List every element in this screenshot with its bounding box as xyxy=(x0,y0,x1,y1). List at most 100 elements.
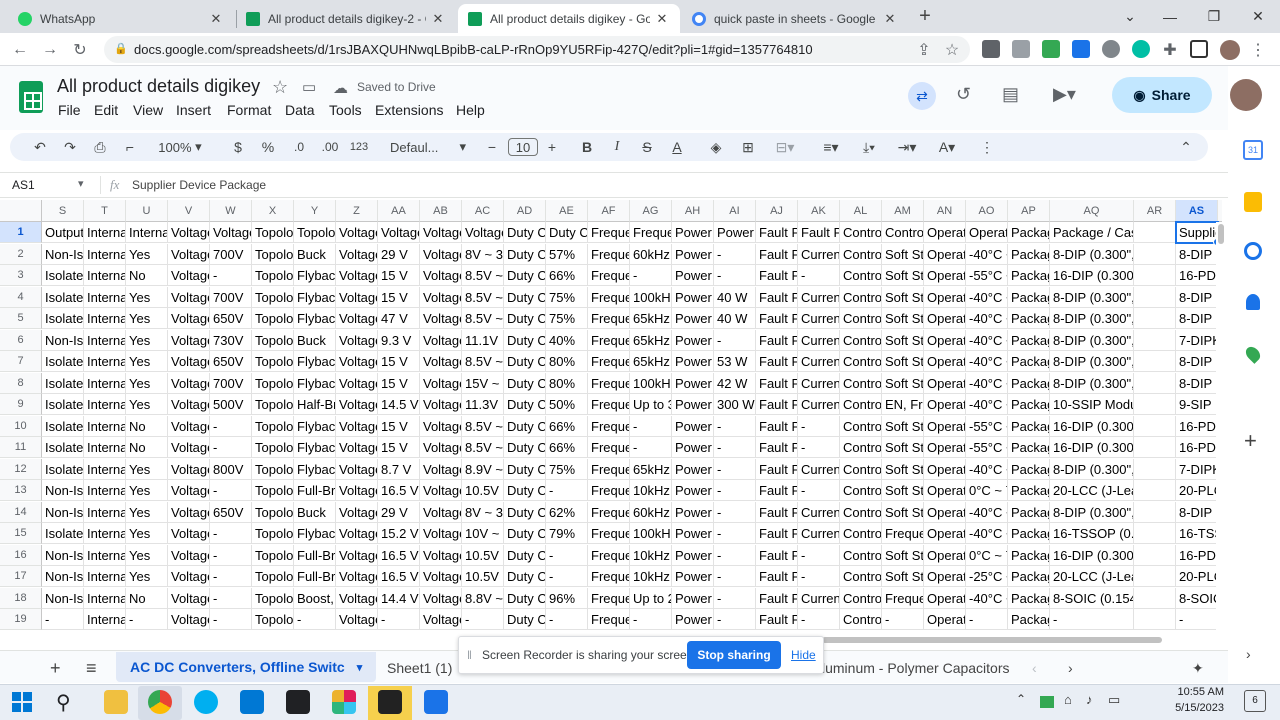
maps-icon[interactable] xyxy=(1243,344,1263,364)
cell[interactable]: - xyxy=(630,265,672,286)
cell[interactable]: Duty Cy xyxy=(504,566,546,587)
cell[interactable]: Package xyxy=(1008,458,1050,480)
cell[interactable]: - xyxy=(210,265,252,286)
cell[interactable]: Operati xyxy=(924,222,966,243)
cell[interactable]: Soft Sta xyxy=(882,415,924,437)
cell[interactable]: 62% xyxy=(546,501,588,523)
cell[interactable]: Flybacl xyxy=(294,308,336,329)
undo-icon[interactable]: ↶ xyxy=(30,138,50,156)
cell[interactable]: 8-DIP xyxy=(1176,351,1218,372)
cell[interactable]: 650V xyxy=(210,501,252,523)
cell[interactable]: - xyxy=(210,566,252,587)
print-icon[interactable]: ⎙ xyxy=(90,138,110,156)
cell[interactable]: 0°C ~ 7 xyxy=(966,480,1008,501)
cell[interactable]: 100kHz xyxy=(630,372,672,394)
battery-icon[interactable]: ▭ xyxy=(1108,692,1120,708)
cell[interactable]: 10kHz xyxy=(630,566,672,587)
cell[interactable]: Fault Pr xyxy=(756,609,798,630)
cell[interactable]: Non-Is xyxy=(42,329,84,351)
move-folder-icon[interactable]: ▭ xyxy=(302,78,316,96)
cell[interactable]: Power ( xyxy=(672,222,714,243)
cell[interactable]: Interna xyxy=(84,587,126,609)
text-wrapping-icon[interactable]: ⇥▾ xyxy=(890,138,924,156)
cell[interactable]: Isolate xyxy=(42,351,84,372)
cell[interactable]: 15 V xyxy=(378,372,420,394)
cell[interactable]: Interna xyxy=(84,437,126,458)
cell[interactable] xyxy=(1134,222,1176,243)
cell[interactable]: Isolate xyxy=(42,458,84,480)
row-header[interactable]: 16 xyxy=(0,544,42,566)
cell[interactable]: Frequer xyxy=(588,587,630,609)
cell[interactable]: -40°C ~ xyxy=(966,243,1008,265)
cell[interactable]: Power ( xyxy=(672,458,714,480)
cell[interactable]: 20-LCC (J-Lead xyxy=(1050,480,1134,501)
cell[interactable]: Voltage xyxy=(336,587,378,609)
cell[interactable]: Operati xyxy=(924,587,966,609)
cell[interactable]: Isolate xyxy=(42,437,84,458)
cell[interactable]: Control xyxy=(840,243,882,265)
cell[interactable]: Operati xyxy=(924,243,966,265)
cell[interactable]: Voltage xyxy=(168,308,210,329)
cell[interactable]: 8-DIP (0.300", xyxy=(1050,243,1134,265)
italic-button[interactable]: I xyxy=(608,138,626,156)
cell[interactable]: 800V xyxy=(210,458,252,480)
cell[interactable]: - xyxy=(1176,609,1218,630)
cell[interactable] xyxy=(1134,394,1176,415)
cell[interactable]: Boost, xyxy=(294,587,336,609)
cell[interactable] xyxy=(1134,415,1176,437)
cell[interactable]: 40 W xyxy=(714,286,756,308)
cell[interactable]: Voltage xyxy=(168,544,210,566)
history-icon[interactable]: ↺ xyxy=(956,84,971,105)
cell[interactable]: Voltage xyxy=(168,265,210,286)
keep-icon[interactable] xyxy=(1244,192,1262,212)
cell[interactable]: 700V xyxy=(210,372,252,394)
select-all-corner[interactable] xyxy=(0,200,42,222)
cell[interactable]: Voltage xyxy=(336,480,378,501)
tasks-icon[interactable] xyxy=(1244,242,1262,260)
cell[interactable]: 65kHz xyxy=(630,308,672,329)
cell[interactable]: 50% xyxy=(546,394,588,415)
cell[interactable]: Curren xyxy=(798,394,840,415)
share-page-icon[interactable]: ⇪ xyxy=(912,38,936,62)
cell[interactable]: 8-DIP (0.300", xyxy=(1050,329,1134,351)
cell[interactable]: Fault Pr xyxy=(756,351,798,372)
cell[interactable]: - xyxy=(546,544,588,566)
cell[interactable]: 8-DIP xyxy=(1176,286,1218,308)
cell[interactable]: No xyxy=(126,437,168,458)
menu-extensions[interactable]: Extensions xyxy=(375,102,443,118)
row-header[interactable]: 12 xyxy=(0,458,42,480)
cell[interactable]: Duty Cy xyxy=(504,523,546,544)
cell[interactable]: Interna xyxy=(84,415,126,437)
cell[interactable]: 65kHz xyxy=(630,329,672,351)
cell[interactable]: 10.5V xyxy=(462,544,504,566)
cell[interactable]: Topolog xyxy=(252,523,294,544)
cell[interactable]: Frequer xyxy=(588,437,630,458)
cell[interactable]: - xyxy=(210,609,252,630)
cell[interactable]: Control xyxy=(840,437,882,458)
cell[interactable]: Frequer xyxy=(588,329,630,351)
cell[interactable]: Non-Is xyxy=(42,566,84,587)
cell[interactable]: Fault Pr xyxy=(756,243,798,265)
cell[interactable]: Voltage xyxy=(210,222,252,243)
row-header[interactable]: 3 xyxy=(0,265,42,286)
cell[interactable]: Interna xyxy=(84,523,126,544)
cell[interactable]: Power ( xyxy=(672,523,714,544)
redo-icon[interactable]: ↷ xyxy=(60,138,80,156)
document-title[interactable]: All product details digikey xyxy=(57,76,260,97)
all-sheets-button[interactable]: ≡ xyxy=(86,658,97,678)
menu-help[interactable]: Help xyxy=(456,102,485,118)
cell[interactable]: Voltage xyxy=(168,458,210,480)
cell[interactable]: Duty Cy xyxy=(504,587,546,609)
cell[interactable]: Interna xyxy=(84,566,126,587)
cell[interactable]: Operati xyxy=(924,415,966,437)
cell[interactable]: Curren xyxy=(798,523,840,544)
cell[interactable]: Voltage xyxy=(420,351,462,372)
column-header-ag[interactable]: AG xyxy=(630,200,672,222)
row-header[interactable]: 4 xyxy=(0,286,42,308)
cell[interactable]: Frequer xyxy=(588,286,630,308)
cell[interactable]: Voltage xyxy=(420,372,462,394)
cell[interactable]: Operati xyxy=(924,394,966,415)
cell[interactable]: 8.5V ~ xyxy=(462,437,504,458)
strikethrough-button[interactable]: S xyxy=(638,138,656,156)
clock-time[interactable]: 10:55 AM xyxy=(1168,686,1224,698)
